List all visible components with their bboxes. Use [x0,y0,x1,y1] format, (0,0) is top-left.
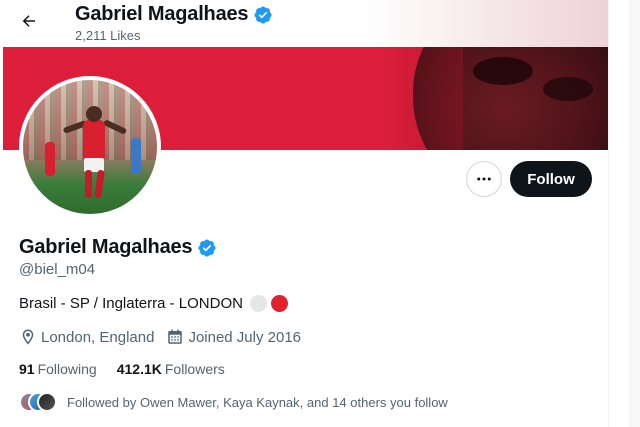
avatar-figure [131,138,141,174]
more-options-button[interactable] [466,161,502,197]
verified-badge-icon [254,5,272,24]
avatar-figure [45,142,55,176]
banner-shadow [543,77,593,101]
followed-by-text: Followed by Owen Mawer, Kaya Kaynak, and… [67,394,448,410]
profile-column: Gabriel Magalhaes 2,211 Likes Follow Gab… [0,0,608,427]
avatar [37,392,57,412]
follow-counts: 91 Following 412.1K Followers [19,361,225,377]
sidebar-card-edge [629,0,640,427]
profile-meta: London, England Joined July 2016 [19,328,313,346]
following-count: 91 [19,361,35,377]
avatar-figure [94,169,105,199]
header-name: Gabriel Magalhaes [75,3,249,25]
banner-shade [383,47,463,150]
red-circle-emoji [270,295,288,312]
following-label: Following [37,361,97,377]
back-button[interactable] [14,6,44,36]
avatar-figure [86,106,102,122]
verified-badge-icon[interactable] [197,238,217,258]
white-circle-emoji [249,295,267,312]
profile-handle: @biel_m04 [19,261,96,278]
profile-bio: Brasil - SP / Inglaterra - LONDON [19,295,288,312]
top-header-bar: Gabriel Magalhaes 2,211 Likes [0,0,608,47]
followers-count: 412.1K [116,361,162,377]
joined-item: Joined July 2016 [166,328,301,346]
followers-you-know-avatars [19,392,57,412]
avatar-figure [85,170,92,198]
header-title: Gabriel Magalhaes [75,3,273,26]
avatar-figure [83,120,105,160]
bio-text: Brasil - SP / Inglaterra - LONDON [19,295,243,312]
calendar-icon [168,329,183,344]
arrow-left-icon [22,15,35,27]
followed-by-row[interactable]: Followed by Owen Mawer, Kaya Kaynak, and… [19,392,448,412]
header-likes-count: 2,211 Likes [75,28,141,43]
more-dots-icon [477,177,491,181]
following-link[interactable]: 91 Following [19,361,97,377]
joined-text: Joined July 2016 [188,328,302,346]
profile-name: Gabriel Magalhaes [19,236,217,259]
location-text: London, England [41,328,155,346]
banner-shadow [473,57,533,85]
followers-link[interactable]: 412.1K Followers [117,361,225,377]
follow-button[interactable]: Follow [510,161,592,197]
profile-display-name: Gabriel Magalhaes [19,236,193,258]
avatar[interactable] [19,76,161,218]
location-pin-icon [22,329,34,345]
followers-label: Followers [164,361,225,377]
location-item: London, England [19,328,154,346]
right-sidebar-edge [608,0,640,427]
